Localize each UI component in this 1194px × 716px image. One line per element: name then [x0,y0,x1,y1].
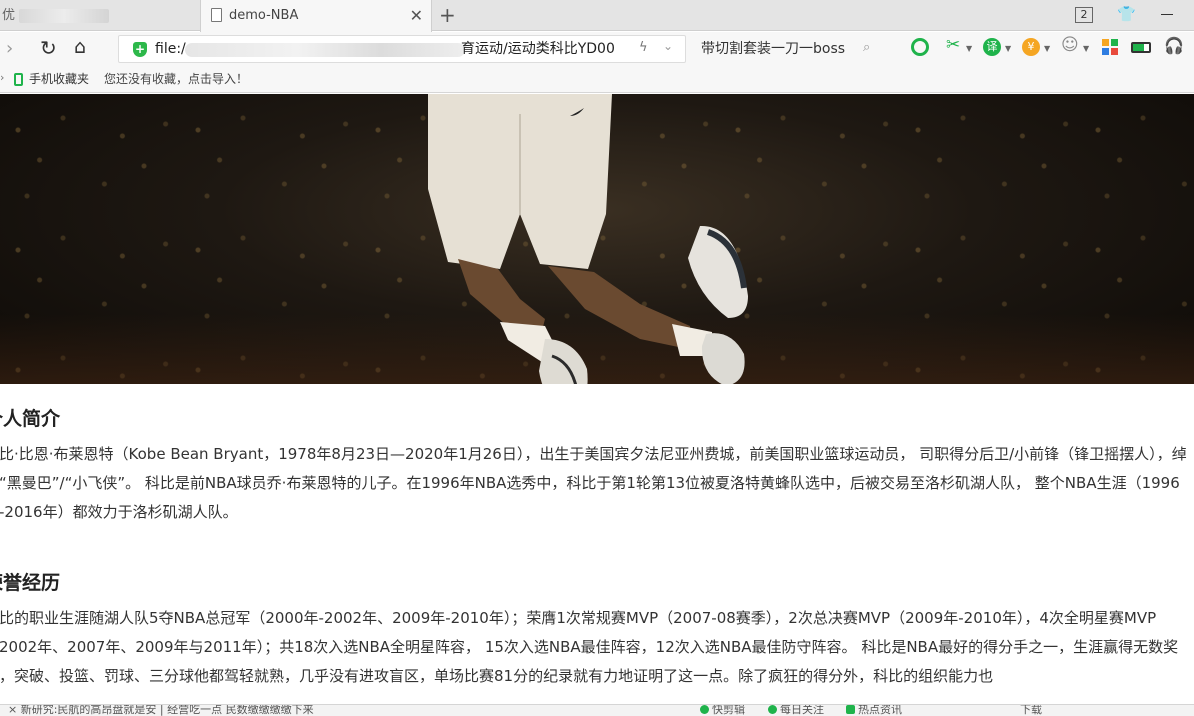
game-face-icon[interactable]: ☺ [1061,36,1079,54]
mobile-favorites-link[interactable]: 手机收藏夹 [29,66,89,93]
battery-icon[interactable] [1131,42,1151,53]
search-input[interactable]: 带切割套装一刀一boss ⌕ [693,35,885,63]
tab-demo-nba[interactable]: demo-NBA ✕ [200,0,432,32]
reload-icon[interactable]: ↻ [40,36,57,60]
address-input[interactable]: + file:/ 育运动/运动类科比YD00 ϟ ⌄ [118,35,686,63]
caret-down-icon[interactable]: ▼ [1005,44,1011,53]
apps-grid-icon[interactable] [1102,39,1118,55]
blurred-tab-title [19,8,110,23]
address-toolbar: › ↻ ⌂ + file:/ 育运动/运动类科比YD00 ϟ ⌄ 带切割套装一刀… [0,32,1194,66]
tab-count-badge[interactable]: 2 [1075,7,1093,23]
translate-icon[interactable]: 译 [983,38,1001,56]
tab-previous-label: 优 [2,8,16,23]
headset-icon[interactable]: 🎧 [1164,37,1184,55]
close-icon[interactable]: ✕ [410,0,423,31]
tab-strip: 优 demo-NBA ✕ + 2 👕 [0,0,1194,32]
status-bar: × 新研究:民航的高昂盘就是安 | 经营吃一点 民数缴缴缴缴下来 快剪辑 每日关… [0,704,1194,716]
security-shield-icon[interactable]: + [133,42,147,57]
url-suffix: 育运动/运动类科比YD00 [461,41,615,57]
blurred-url-segment [185,43,465,57]
hero-banner-image [0,94,1194,384]
coin-icon[interactable]: ¥ [1022,38,1040,56]
page-viewport[interactable]: 个人简介 科比·比恩·布莱恩特（Kobe Bean Bryant，1978年8月… [0,94,1194,704]
news-icon [846,705,855,714]
section-paragraph-profile: 科比·比恩·布莱恩特（Kobe Bean Bryant，1978年8月23日—2… [0,445,1187,521]
phone-icon [14,73,23,86]
status-hot-news[interactable]: 热点资讯 [846,705,902,716]
minimize-button[interactable] [1161,14,1173,15]
lightning-icon[interactable]: ϟ [639,40,648,55]
forward-icon[interactable]: › [6,38,13,59]
search-suggestion: 带切割套装一刀一boss [701,41,846,57]
caret-down-icon[interactable]: ▼ [1083,44,1089,53]
status-dot-icon [768,705,777,714]
status-download[interactable]: 下载 [1020,705,1042,716]
section-title-profile: 个人简介 [0,408,61,430]
skin-icon[interactable]: 👕 [1117,5,1136,23]
search-icon[interactable]: ⌕ [863,40,870,55]
chevron-down-icon[interactable]: ⌄ [663,39,673,53]
tab-previous[interactable]: 优 [0,0,198,31]
section-title-honors: 荣誉经历 [0,572,61,594]
new-tab-button[interactable]: + [439,0,456,31]
status-daily-focus[interactable]: 每日关注 [768,705,824,716]
status-quick-edit[interactable]: 快剪辑 [700,705,745,716]
import-bookmarks-link[interactable]: 您还没有收藏，点击导入！ [104,66,248,93]
tab-active-label: demo-NBA [229,8,299,23]
chevron-right-icon[interactable]: › [0,71,4,84]
caret-down-icon[interactable]: ▼ [1044,44,1050,53]
green-circle-extension-icon[interactable] [911,38,929,56]
document-icon [211,7,222,22]
caret-down-icon[interactable]: ▼ [966,44,972,53]
home-icon[interactable]: ⌂ [74,36,86,58]
scissors-icon[interactable]: ✂ [946,36,960,54]
jumping-player-illustration [428,94,748,384]
section-paragraph-honors: 科比的职业生涯随湖人队5夺NBA总冠军（2000年-2002年、2009年-20… [0,609,1179,685]
status-dot-icon [700,705,709,714]
bookmarks-bar: › 手机收藏夹 您还没有收藏，点击导入！ [0,66,1194,93]
status-news-ticker[interactable]: × 新研究:民航的高昂盘就是安 | 经营吃一点 民数缴缴缴缴下来 [8,705,314,716]
url-prefix: file:/ [155,41,186,57]
